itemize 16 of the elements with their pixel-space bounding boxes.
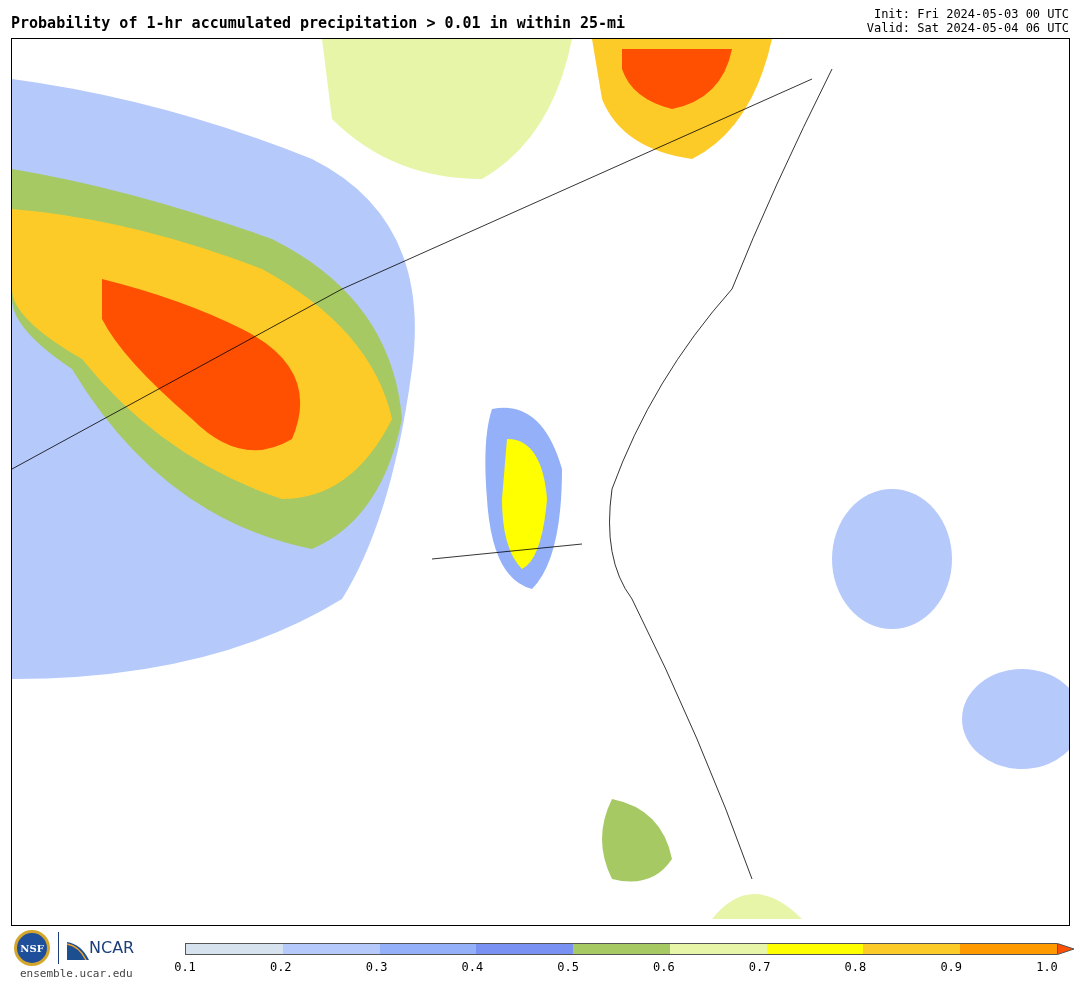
init-time: Init: Fri 2024-05-03 00 UTC (872, 7, 1069, 21)
site-url: ensemble.ucar.edu (20, 966, 134, 982)
tick-label: 0.1 (174, 959, 196, 976)
tick-label: 0.6 (653, 959, 675, 976)
tick-label: 0.9 (940, 959, 963, 976)
tick-label: 0.5 (557, 959, 579, 976)
tick-label: 0.3 (365, 959, 388, 976)
seal-logo: NSF (14, 930, 50, 966)
valid-time: Valid: Sat 2024-05-04 06 UTC (866, 21, 1069, 35)
tick-label: 0.7 (748, 959, 771, 976)
chart-title: Probability of 1-hr accumulated precipitation > 0.01 in within 25-mi (11, 13, 626, 34)
ncar-logo: NCAR (67, 936, 135, 960)
tick-label: 1.0 (1036, 959, 1058, 976)
tick-label: 0.4 (461, 959, 484, 976)
tick-label: 0.8 (844, 959, 867, 976)
tick-label: 0.2 (269, 959, 292, 976)
